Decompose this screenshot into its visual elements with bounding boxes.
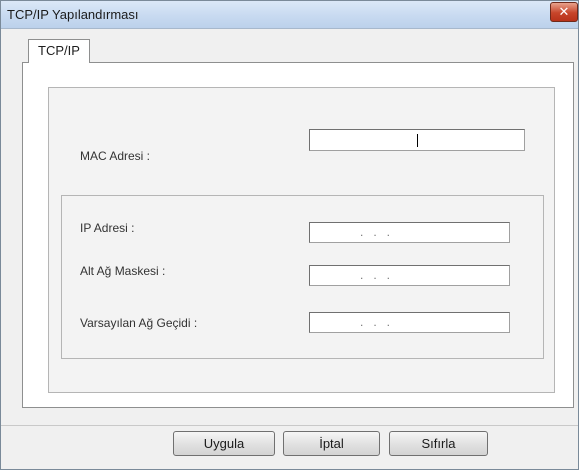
close-button[interactable]: ✕ xyxy=(550,2,578,22)
apply-button[interactable]: Uygula xyxy=(173,431,275,456)
tab-tcpip[interactable]: TCP/IP xyxy=(28,39,90,63)
subnet-mask-input[interactable]: . . . xyxy=(309,265,510,286)
mac-address-label: MAC Adresi : xyxy=(80,149,151,163)
window-title: TCP/IP Yapılandırması xyxy=(7,7,139,22)
default-gateway-dots: . . . xyxy=(360,315,391,329)
footer-divider xyxy=(1,425,578,426)
text-caret xyxy=(417,134,418,147)
cancel-button[interactable]: İptal xyxy=(283,431,380,456)
ip-address-dots: . . . xyxy=(360,225,391,239)
ip-address-label: IP Adresi : xyxy=(80,221,135,235)
reset-button[interactable]: Sıfırla xyxy=(389,431,488,456)
subnet-mask-dots: . . . xyxy=(360,268,391,282)
close-icon: ✕ xyxy=(558,4,570,19)
ip-address-input[interactable]: . . . xyxy=(309,222,510,243)
default-gateway-label: Varsayılan Ağ Geçidi : xyxy=(80,316,198,330)
subnet-mask-label: Alt Ağ Maskesi : xyxy=(80,264,166,278)
tcpip-config-dialog: TCP/IP Yapılandırması ✕ TCP/IP MAC Adres… xyxy=(0,0,579,470)
title-bar[interactable]: TCP/IP Yapılandırması ✕ xyxy=(1,1,578,29)
default-gateway-input[interactable]: . . . xyxy=(309,312,510,333)
mac-address-input[interactable] xyxy=(309,129,525,151)
